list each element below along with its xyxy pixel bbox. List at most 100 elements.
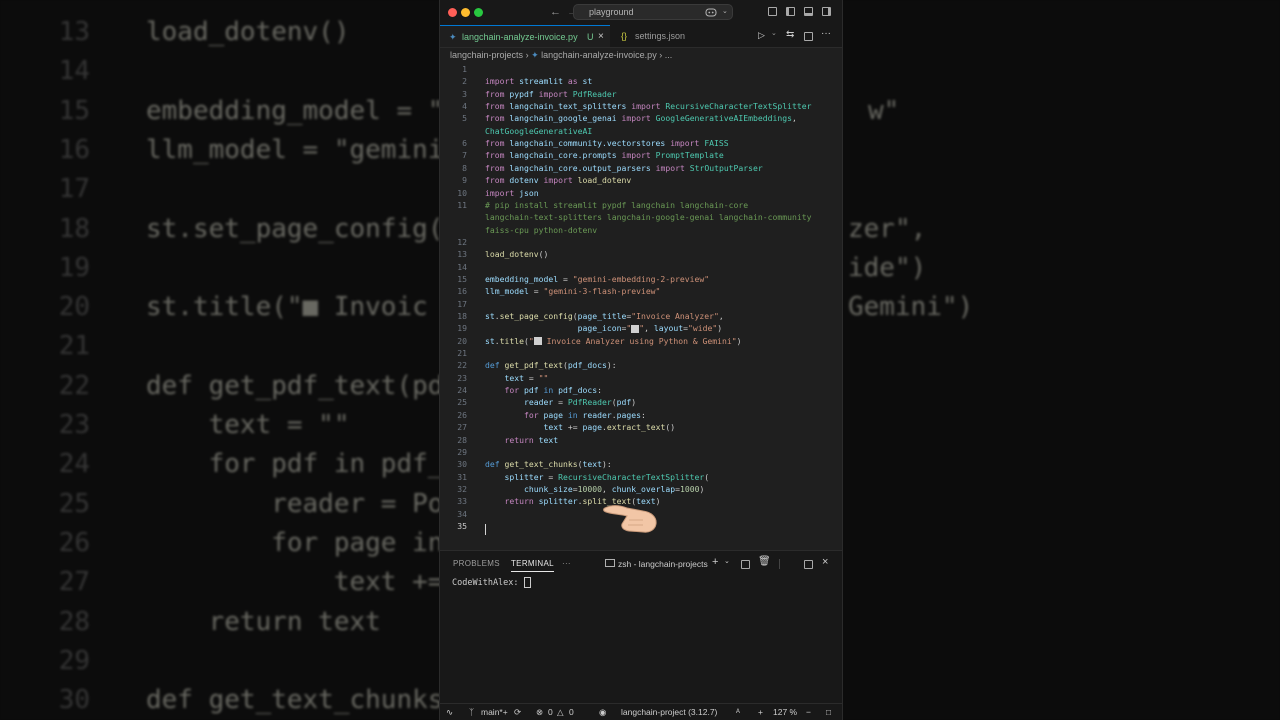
line-number: 33 bbox=[457, 496, 467, 507]
code-line[interactable]: load_dotenv() bbox=[485, 249, 548, 259]
code-line[interactable]: def get_pdf_text(pdf_docs): bbox=[485, 360, 617, 370]
python-interpreter[interactable]: langchain-project (3.12.7) bbox=[621, 707, 717, 717]
breadcrumb-symbols[interactable]: ... bbox=[665, 50, 673, 60]
split-editor-icon[interactable] bbox=[804, 32, 813, 41]
code-line[interactable]: st.title(" Invoice Analyzer using Python… bbox=[485, 336, 742, 346]
toggle-secondary-sidebar-icon[interactable] bbox=[822, 7, 831, 16]
code-line[interactable]: def get_text_chunks(text): bbox=[485, 459, 612, 469]
code-line[interactable]: chunk_size=10000, chunk_overlap=1000) bbox=[485, 484, 704, 494]
code-token: def bbox=[485, 459, 500, 470]
warning-icon[interactable]: △ bbox=[557, 707, 564, 718]
code-token: page_icon bbox=[577, 323, 622, 334]
chevron-down-icon[interactable]: ⌄ bbox=[722, 7, 728, 15]
code-token: from bbox=[485, 138, 505, 149]
run-dropdown-icon[interactable]: ⌄ bbox=[771, 29, 777, 37]
spell-check-icon[interactable]: ᴬ bbox=[736, 707, 740, 717]
line-number: 7 bbox=[462, 150, 467, 161]
code-token: reader bbox=[523, 397, 554, 408]
run-python-icon[interactable]: ▷ bbox=[758, 30, 765, 41]
code-line[interactable]: for page in reader.pages: bbox=[485, 410, 646, 420]
notifications-bell-icon[interactable]: □ bbox=[826, 707, 831, 717]
code-line[interactable]: embedding_model = "gemini-embedding-2-pr… bbox=[485, 274, 709, 284]
toggle-primary-sidebar-icon[interactable] bbox=[786, 7, 795, 16]
code-token: PdfReader bbox=[567, 397, 612, 408]
code-editor[interactable]: 1 2 import streamlit as st 3 from pypdf impo… bbox=[440, 63, 842, 548]
code-line[interactable]: from dotenv import load_dotenv bbox=[485, 175, 631, 185]
remote-indicator-icon[interactable]: ∿ bbox=[446, 707, 453, 718]
window-minimize-button[interactable] bbox=[461, 8, 470, 17]
code-line[interactable]: page_icon=" ", layout="wide") bbox=[485, 323, 722, 333]
sync-icon[interactable]: ⟳ bbox=[514, 707, 521, 718]
breadcrumb-folder[interactable]: langchain-projects bbox=[450, 50, 523, 60]
new-terminal-icon[interactable]: + bbox=[712, 556, 718, 568]
more-actions-icon[interactable]: ··· bbox=[821, 28, 831, 39]
tab-settings-json[interactable]: {} settings.json bbox=[612, 25, 708, 47]
toggle-panel-icon[interactable] bbox=[804, 7, 813, 16]
code-line[interactable]: for pdf in pdf_docs: bbox=[485, 385, 602, 395]
close-panel-icon[interactable]: × bbox=[822, 556, 828, 568]
code-token: get_pdf_text bbox=[504, 360, 563, 371]
code-line[interactable]: import streamlit as st bbox=[485, 76, 592, 86]
code-token: extract_text bbox=[606, 422, 666, 433]
tab-problems[interactable]: PROBLEMS bbox=[453, 559, 500, 568]
terminal-name[interactable]: zsh - langchain-projects bbox=[618, 559, 708, 569]
zoom-in-icon[interactable]: + bbox=[758, 707, 763, 717]
zoom-out-icon[interactable]: − bbox=[806, 707, 811, 717]
split-terminal-icon[interactable] bbox=[741, 560, 750, 569]
background-right-fragment: w" bbox=[868, 95, 900, 126]
code-line[interactable]: from langchain_core.prompts import Promp… bbox=[485, 150, 724, 160]
terminal-dropdown-icon[interactable]: ⌄ bbox=[724, 557, 730, 565]
code-token: import bbox=[670, 138, 700, 149]
error-icon[interactable]: ⊗ bbox=[536, 707, 543, 718]
line-number: 16 bbox=[457, 286, 467, 297]
code-token: PromptTemplate bbox=[655, 150, 724, 161]
panel-more-icon[interactable]: ··· bbox=[562, 559, 571, 568]
warning-count[interactable]: 0 bbox=[569, 707, 574, 717]
customize-layout-icon[interactable] bbox=[768, 7, 777, 16]
code-line[interactable]: langchain-text-splitters langchain-googl… bbox=[485, 212, 811, 222]
code-line[interactable]: from langchain_core.output_parsers impor… bbox=[485, 163, 763, 173]
tab-langchain-analyze-invoice[interactable]: ✦ langchain-analyze-invoice.py U × bbox=[440, 25, 610, 47]
copilot-icon[interactable] bbox=[705, 8, 717, 17]
maximize-panel-icon[interactable] bbox=[804, 560, 813, 569]
zoom-level[interactable]: 127 % bbox=[773, 707, 797, 717]
code-line[interactable]: import json bbox=[485, 188, 539, 198]
code-line[interactable]: from langchain_google_genai import Googl… bbox=[485, 113, 797, 123]
code-token: "Invoice Analyzer" bbox=[631, 311, 719, 321]
code-line[interactable]: faiss-cpu python-dotenv bbox=[485, 225, 597, 235]
background-line-code: for page in bbox=[146, 527, 444, 558]
code-token: dotenv bbox=[509, 175, 539, 186]
code-token: text bbox=[504, 372, 525, 383]
close-tab-icon[interactable]: × bbox=[598, 26, 604, 48]
code-line[interactable]: text = "" bbox=[485, 372, 549, 383]
breadcrumb-file[interactable]: langchain-analyze-invoice.py bbox=[541, 50, 657, 60]
compare-changes-icon[interactable]: ⇆ bbox=[786, 29, 794, 40]
window-maximize-button[interactable] bbox=[474, 8, 483, 17]
kill-terminal-trash-icon[interactable]: 🗑 bbox=[758, 556, 771, 567]
code-line[interactable]: ChatGoogleGenerativeAI bbox=[485, 126, 592, 136]
code-line[interactable]: text += page.extract_text() bbox=[485, 422, 675, 432]
code-line[interactable]: # pip install streamlit pypdf langchain … bbox=[485, 200, 748, 210]
line-number: 34 bbox=[457, 508, 467, 519]
code-line[interactable]: from pypdf import PdfReader bbox=[485, 89, 617, 99]
background-line-number: 26 bbox=[58, 527, 90, 558]
code-line[interactable]: from langchain_community.vectorstores im… bbox=[485, 138, 729, 148]
code-token: = bbox=[558, 273, 573, 284]
terminal-output[interactable]: CodeWithAlex: bbox=[452, 577, 531, 588]
git-branch[interactable]: main*+ bbox=[481, 707, 508, 717]
tab-terminal[interactable]: TERMINAL bbox=[511, 559, 554, 572]
line-number: 17 bbox=[457, 298, 467, 309]
code-line[interactable]: st.set_page_config(page_title="Invoice A… bbox=[485, 311, 724, 321]
copilot-status-icon[interactable]: ◉ bbox=[599, 707, 606, 718]
code-line[interactable]: reader = PdfReader(pdf) bbox=[485, 397, 636, 407]
line-number: 32 bbox=[457, 483, 467, 494]
code-line[interactable]: return text bbox=[485, 435, 559, 445]
back-arrow-icon[interactable]: ← bbox=[550, 6, 561, 18]
window-close-button[interactable] bbox=[448, 8, 457, 17]
code-line[interactable]: splitter = RecursiveCharacterTextSplitte… bbox=[485, 472, 710, 482]
code-line[interactable]: llm_model = "gemini-3-flash-preview" bbox=[485, 286, 660, 296]
code-token: set_page_config bbox=[499, 311, 573, 321]
command-center-search[interactable]: playground ⌄ bbox=[573, 4, 733, 20]
error-count[interactable]: 0 bbox=[548, 707, 553, 717]
code-line[interactable]: from langchain_text_splitters import Rec… bbox=[485, 101, 812, 111]
